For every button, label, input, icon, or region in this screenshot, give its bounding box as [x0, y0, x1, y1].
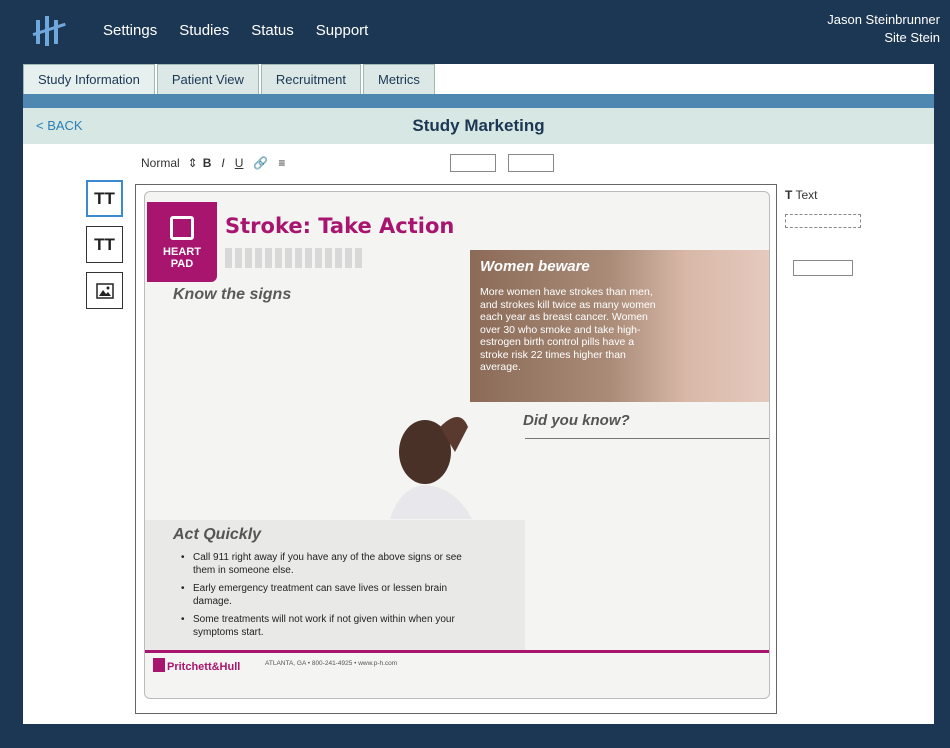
decorative-dots	[225, 248, 365, 268]
man-photo[interactable]	[380, 407, 490, 519]
link-icon[interactable]: 🔗	[253, 156, 268, 170]
list-icon[interactable]: ≡	[278, 156, 285, 170]
tab-metrics[interactable]: Metrics	[363, 64, 435, 94]
divider	[525, 438, 769, 439]
app-logo-icon[interactable]	[32, 14, 66, 48]
nav-status[interactable]: Status	[251, 22, 294, 39]
footer-brand: Pritchett&Hull	[153, 658, 240, 673]
act-quickly-box[interactable]: Act Quickly Call 911 right away if you h…	[145, 520, 525, 650]
main-panel: Study Information Patient View Recruitme…	[23, 64, 934, 724]
tab-underline	[23, 94, 934, 108]
editor-toolbar: Normal ⇕ B I U 🔗 ≡	[141, 152, 560, 174]
bold-button[interactable]: B	[203, 156, 212, 170]
heart-logo-icon	[170, 216, 194, 240]
flyer[interactable]: HEART PAD Stroke: Take Action Know the s…	[144, 191, 770, 699]
tab-study-information[interactable]: Study Information	[23, 64, 155, 94]
text-property[interactable]: T Text	[785, 188, 817, 202]
design-canvas[interactable]: HEART PAD Stroke: Take Action Know the s…	[135, 184, 777, 714]
tab-patient-view[interactable]: Patient View	[156, 64, 259, 94]
brand-line1: HEART	[163, 246, 201, 258]
nav-support[interactable]: Support	[316, 22, 369, 39]
page-title: Study Marketing	[412, 116, 545, 135]
tab-bar: Study Information Patient View Recruitme…	[23, 64, 437, 94]
text-size-icon: TT	[94, 188, 115, 208]
user-site: Site Stein	[884, 30, 940, 45]
flyer-title[interactable]: Stroke: Take Action	[225, 214, 454, 238]
women-body: More women have strokes than men, and st…	[480, 286, 656, 373]
ph-logo-icon	[153, 658, 165, 672]
chevron-updown-icon[interactable]: ⇕	[188, 156, 198, 170]
women-beware-box[interactable]: Women beware More women have strokes tha…	[470, 250, 769, 402]
user-name: Jason Steinbrunner	[827, 12, 940, 27]
image-icon	[95, 282, 114, 299]
tab-recruitment[interactable]: Recruitment	[260, 64, 361, 94]
footer-contact: ATLANTA, GA • 800-241-4925 • www.p-h.com	[265, 660, 398, 667]
text-size-icon: T	[785, 188, 793, 202]
list-item: Call 911 right away if you have any of t…	[181, 552, 481, 577]
nav-settings[interactable]: Settings	[103, 22, 157, 39]
add-heading-tool[interactable]: TT	[86, 226, 123, 263]
act-list: Call 911 right away if you have any of t…	[181, 552, 481, 645]
subheader: < BACK Study Marketing	[23, 108, 934, 144]
list-item: Some treatments will not work if not giv…	[181, 614, 481, 639]
add-image-tool[interactable]	[86, 272, 123, 309]
text-property-label: Text	[795, 188, 818, 202]
underline-button[interactable]: U	[235, 156, 244, 170]
women-title: Women beware	[480, 258, 590, 275]
text-size-icon: TT	[94, 234, 115, 254]
list-item: Early emergency treatment can save lives…	[181, 583, 481, 608]
heartpad-logo: HEART PAD	[147, 202, 217, 282]
know-heading[interactable]: Know the signs	[173, 286, 291, 304]
top-bar: Settings Studies Status Support Jason St…	[0, 0, 950, 62]
act-title: Act Quickly	[173, 526, 262, 543]
add-text-tool[interactable]: TT	[86, 180, 123, 217]
did-you-know-heading[interactable]: Did you know?	[523, 412, 630, 429]
footer-bar	[145, 650, 769, 653]
footer-brand-text: Pritchett&Hull	[167, 661, 241, 673]
brand-line2: PAD	[170, 258, 194, 270]
style-select[interactable]: Normal	[141, 156, 180, 170]
italic-button[interactable]: I	[221, 156, 224, 170]
nav-studies[interactable]: Studies	[179, 22, 229, 39]
height-field[interactable]	[508, 154, 555, 172]
property-field[interactable]	[785, 214, 861, 228]
width-field[interactable]	[450, 154, 497, 172]
main-nav: Settings Studies Status Support	[103, 22, 390, 39]
user-menu[interactable]: Jason Steinbrunner Site Stein	[827, 11, 940, 47]
property-dropdown[interactable]	[793, 260, 853, 276]
